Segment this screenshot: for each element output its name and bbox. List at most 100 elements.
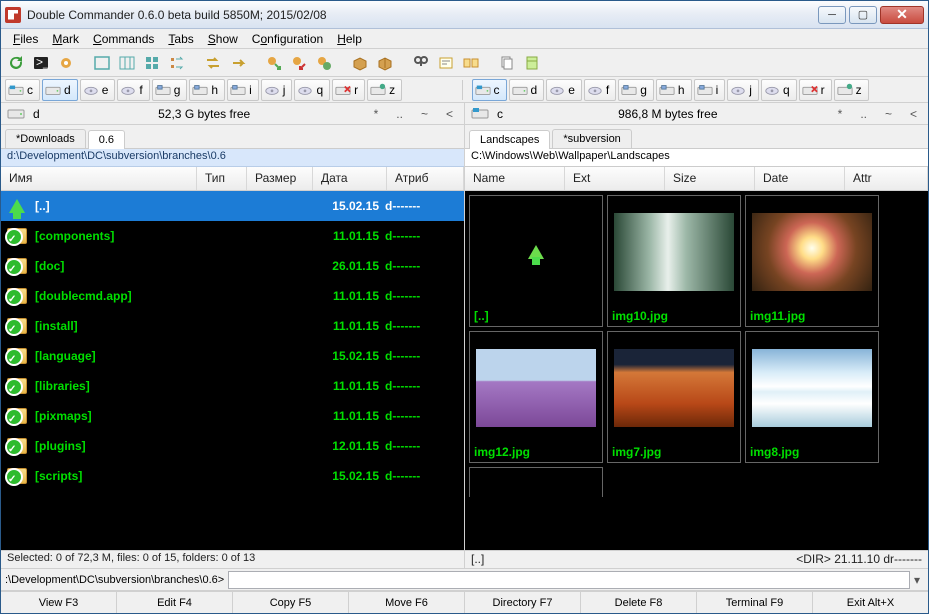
drive-button-d[interactable]: d [509,79,545,101]
menu-configuration[interactable]: Configuration [246,30,329,48]
maximize-button[interactable]: ▢ [849,6,877,24]
col-date[interactable]: Дата [313,167,387,190]
thumbnail[interactable]: [..] [469,195,603,327]
view-brief-icon[interactable] [91,52,113,74]
refresh-icon[interactable] [5,52,27,74]
nav-home[interactable]: ~ [416,107,433,121]
copy-name-icon[interactable] [496,52,518,74]
file-row[interactable]: [..]15.02.15d------- [1,191,464,221]
settings-icon[interactable] [55,52,77,74]
thumbnail[interactable]: img11.jpg [745,195,879,327]
col-type[interactable]: Тип [197,167,247,190]
nav-up[interactable]: .. [391,107,408,121]
drive-button-f[interactable]: f [584,79,616,101]
col-date[interactable]: Date [755,167,845,190]
drive-button-r[interactable]: r [799,79,832,101]
drive-button-q[interactable]: q [761,79,797,101]
drive-button-c[interactable]: c [5,79,40,101]
close-button[interactable]: ✕ [880,6,924,24]
file-row[interactable]: [scripts]15.02.15d------- [1,461,464,491]
drive-button-f[interactable]: f [117,79,149,101]
menu-show[interactable]: Show [202,30,244,48]
drive-button-h[interactable]: h [189,79,225,101]
nav-root[interactable]: * [833,107,848,121]
tab[interactable]: Landscapes [469,130,550,149]
menu-commands[interactable]: Commands [87,30,160,48]
calc-space-icon[interactable] [521,52,543,74]
drive-button-h[interactable]: h [656,79,692,101]
minimize-button[interactable]: ─ [818,6,846,24]
drive-button-i[interactable]: i [227,79,259,101]
unselect-all-icon[interactable] [288,52,310,74]
invert-selection-icon[interactable] [313,52,335,74]
col-attr[interactable]: Атриб [387,167,464,190]
fkey-button[interactable]: Delete F8 [581,592,697,613]
nav-root[interactable]: * [369,107,384,121]
drive-button-q[interactable]: q [294,79,330,101]
view-thumbs-icon[interactable] [141,52,163,74]
drive-button-d[interactable]: d [42,79,78,101]
left-path[interactable]: d:\Development\DC\subversion\branches\0.… [1,149,464,167]
col-name[interactable]: Имя [1,167,197,190]
fkey-button[interactable]: Terminal F9 [697,592,813,613]
drive-button-z[interactable]: z [834,79,869,101]
tab[interactable]: *Downloads [5,129,86,148]
drive-button-e[interactable]: e [80,79,116,101]
terminal-icon[interactable]: >_ [30,52,52,74]
thumbnail[interactable]: img12.jpg [469,331,603,463]
drive-button-g[interactable]: g [152,79,188,101]
search-icon[interactable] [410,52,432,74]
nav-back[interactable]: < [905,107,922,121]
right-thumb-view[interactable]: [..]img10.jpgimg11.jpg img12.jpgimg7.jpgi… [465,191,928,550]
drive-button-j[interactable]: j [261,79,293,101]
menu-mark[interactable]: Mark [46,30,85,48]
col-size[interactable]: Размер [247,167,313,190]
drive-button-z[interactable]: z [367,79,402,101]
drive-button-i[interactable]: i [694,79,726,101]
menu-files[interactable]: Files [7,30,44,48]
menu-help[interactable]: Help [331,30,368,48]
cmdline-dropdown-icon[interactable]: ▾ [910,573,924,587]
file-row[interactable]: [components]11.01.15d------- [1,221,464,251]
view-flat-icon[interactable] [166,52,188,74]
fkey-button[interactable]: Copy F5 [233,592,349,613]
fkey-button[interactable]: Exit Alt+X [813,592,928,613]
sync-dirs-icon[interactable] [460,52,482,74]
drive-button-j[interactable]: j [727,79,759,101]
drive-button-c[interactable]: c [472,79,507,101]
thumbnail-partial[interactable] [469,467,603,497]
col-attr[interactable]: Attr [845,167,928,190]
file-row[interactable]: [install]11.01.15d------- [1,311,464,341]
thumbnail[interactable]: img10.jpg [607,195,741,327]
nav-back[interactable]: < [441,107,458,121]
file-row[interactable]: [doc]26.01.15d------- [1,251,464,281]
select-all-icon[interactable] [263,52,285,74]
tab[interactable]: 0.6 [88,130,125,149]
menu-tabs[interactable]: Tabs [162,30,199,48]
file-row[interactable]: [plugins]12.01.15d------- [1,431,464,461]
multi-rename-icon[interactable] [435,52,457,74]
file-row[interactable]: [doublecmd.app]11.01.15d------- [1,281,464,311]
unpack-icon[interactable] [374,52,396,74]
nav-up[interactable]: .. [855,107,872,121]
fkey-button[interactable]: Directory F7 [465,592,581,613]
drive-button-e[interactable]: e [546,79,582,101]
cmdline-input[interactable] [228,571,910,589]
col-ext[interactable]: Ext [565,167,665,190]
thumbnail[interactable]: img7.jpg [607,331,741,463]
nav-home[interactable]: ~ [880,107,897,121]
view-columns-icon[interactable] [116,52,138,74]
tab[interactable]: *subversion [552,129,631,148]
fkey-button[interactable]: Edit F4 [117,592,233,613]
col-size[interactable]: Size [665,167,755,190]
fkey-button[interactable]: View F3 [1,592,117,613]
thumbnail[interactable]: img8.jpg [745,331,879,463]
right-path[interactable]: C:\Windows\Web\Wallpaper\Landscapes [465,149,928,167]
titlebar[interactable]: Double Commander 0.6.0 beta build 5850M;… [1,1,928,29]
drive-button-r[interactable]: r [332,79,365,101]
left-file-list[interactable]: [..]15.02.15d-------[components]11.01.15… [1,191,464,550]
file-row[interactable]: [libraries]11.01.15d------- [1,371,464,401]
file-row[interactable]: [pixmaps]11.01.15d------- [1,401,464,431]
fkey-button[interactable]: Move F6 [349,592,465,613]
drive-button-g[interactable]: g [618,79,654,101]
